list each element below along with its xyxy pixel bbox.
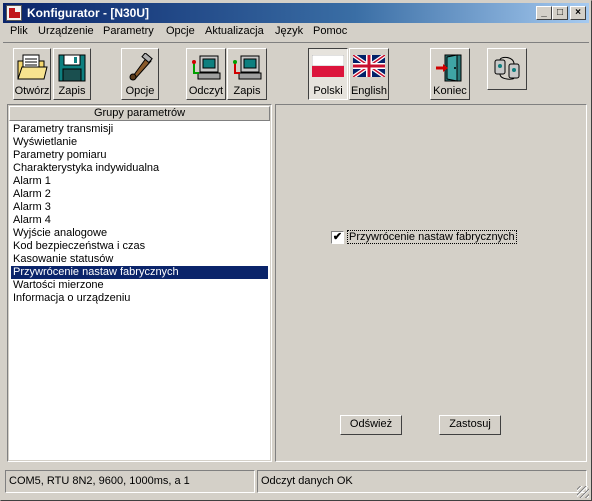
exit-button[interactable]: Koniec	[430, 48, 470, 100]
read-button[interactable]: Odczyt	[186, 48, 226, 100]
menu-bar: Plik Urządzenie Parametry Opcje Aktualiz…	[3, 23, 589, 41]
parameter-groups-panel: Grupy parametrów Parametry transmisji Wy…	[7, 104, 272, 462]
main-window: Konfigurator - [N30U] _ □ × Plik Urządze…	[0, 0, 592, 501]
list-item[interactable]: Alarm 2	[11, 188, 268, 201]
english-language-button[interactable]: English	[349, 48, 389, 100]
write-button[interactable]: Zapis	[227, 48, 267, 100]
read-label: Odczyt	[188, 85, 224, 97]
menu-update[interactable]: Aktualizacja	[205, 25, 264, 37]
list-item-selected[interactable]: Przywrócenie nastaw fabrycznych	[11, 266, 268, 279]
menu-file[interactable]: Plik	[10, 25, 28, 37]
list-item[interactable]: Parametry transmisji	[11, 123, 268, 136]
folder-open-icon	[17, 54, 48, 80]
menu-options[interactable]: Opcje	[166, 25, 195, 37]
groups-header: Grupy parametrów	[9, 106, 270, 121]
read-device-icon	[192, 55, 221, 80]
english-label: English	[350, 85, 388, 97]
list-item[interactable]: Kasowanie statusów	[11, 253, 268, 266]
status-connection: COM5, RTU 8N2, 9600, 1000ms, a 1	[5, 470, 255, 493]
polish-language-button[interactable]: Polski	[308, 48, 348, 100]
connection-icon	[494, 56, 520, 80]
list-item[interactable]: Kod bezpieczeństwa i czas	[11, 240, 268, 253]
apply-button[interactable]: Zastosuj	[439, 415, 501, 435]
resize-grip-icon[interactable]	[577, 486, 589, 498]
menu-help[interactable]: Pomoc	[313, 25, 347, 37]
uk-flag-icon	[353, 55, 385, 77]
list-item[interactable]: Alarm 4	[11, 214, 268, 227]
groups-list[interactable]: Parametry transmisji Wyświetlanie Parame…	[9, 121, 270, 460]
factory-reset-label[interactable]: Przywrócenie nastaw fabrycznych	[347, 230, 517, 244]
write-device-icon	[233, 55, 262, 80]
save-button[interactable]: Zapis	[53, 48, 91, 100]
connection-button[interactable]	[487, 48, 527, 90]
settings-panel: ✔ Przywrócenie nastaw fabrycznych Odświe…	[275, 104, 587, 462]
list-item[interactable]: Wartości mierzone	[11, 279, 268, 292]
list-item[interactable]: Alarm 3	[11, 201, 268, 214]
polish-label: Polski	[313, 85, 343, 97]
list-item[interactable]: Informacja o urządzeniu	[11, 292, 268, 305]
floppy-disk-icon	[58, 54, 86, 82]
options-label: Opcje	[125, 85, 155, 97]
list-item[interactable]: Alarm 1	[11, 175, 268, 188]
list-item[interactable]: Wyświetlanie	[11, 136, 268, 149]
factory-reset-checkbox[interactable]: ✔	[331, 231, 344, 244]
exit-door-icon	[436, 54, 462, 82]
options-button[interactable]: Opcje	[121, 48, 159, 100]
window-title: Konfigurator - [N30U]	[27, 6, 149, 20]
menu-parameters[interactable]: Parametry	[103, 25, 154, 37]
app-logo-icon[interactable]	[6, 5, 22, 21]
list-item[interactable]: Parametry pomiaru	[11, 149, 268, 162]
minimize-button[interactable]: _	[536, 6, 552, 20]
list-item[interactable]: Charakterystyka indywidualna	[11, 162, 268, 175]
exit-label: Koniec	[433, 85, 467, 97]
list-item[interactable]: Wyjście analogowe	[11, 227, 268, 240]
close-button[interactable]: ×	[570, 6, 586, 20]
toolbar: Otwórz Zapis Opcje Odczyt Zapis Polski E…	[3, 42, 589, 100]
maximize-button[interactable]: □	[552, 6, 568, 20]
polish-flag-icon	[312, 55, 344, 77]
menu-language[interactable]: Język	[275, 25, 303, 37]
save-label: Zapis	[58, 85, 86, 97]
status-message: Odczyt danych OK	[257, 470, 587, 493]
menu-device[interactable]: Urządzenie	[38, 25, 94, 37]
open-label: Otwórz	[14, 85, 50, 97]
refresh-button[interactable]: Odśwież	[340, 415, 402, 435]
write-label: Zapis	[233, 85, 261, 97]
open-button[interactable]: Otwórz	[13, 48, 51, 100]
tools-icon	[129, 53, 153, 81]
title-bar[interactable]: Konfigurator - [N30U] _ □ ×	[3, 3, 589, 23]
